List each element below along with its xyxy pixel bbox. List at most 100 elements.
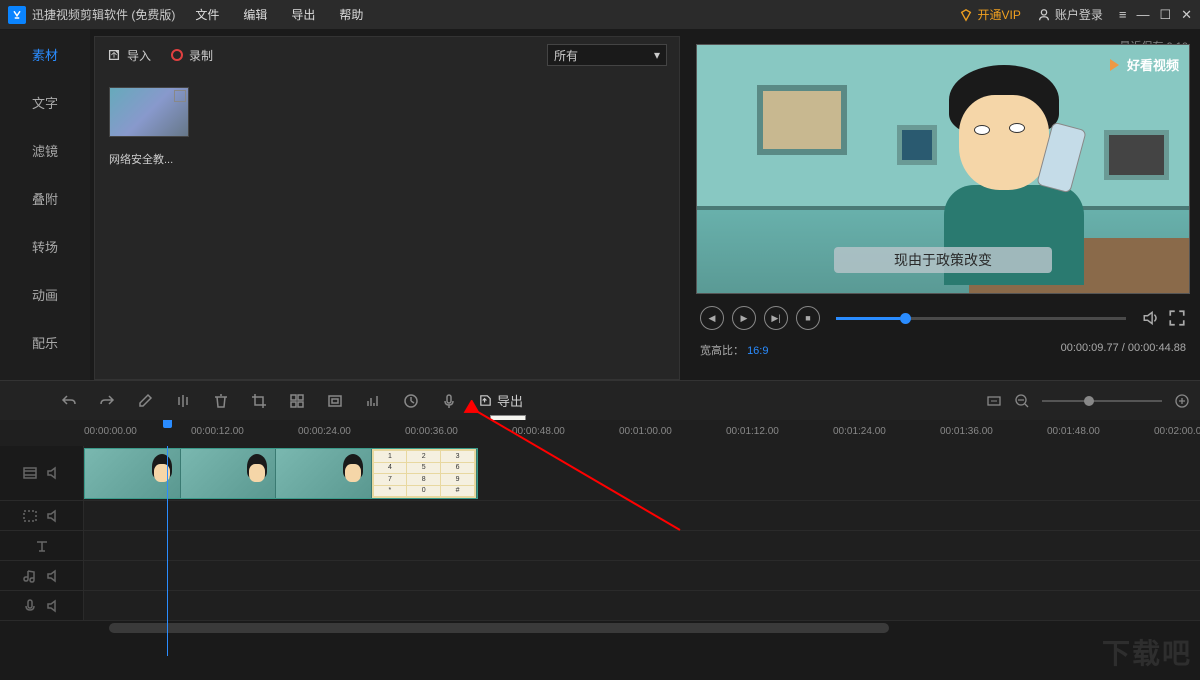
timeline-scrollbar[interactable] [0,621,1200,635]
menu-export[interactable]: 导出 [291,6,315,23]
fit-button[interactable] [986,393,1002,409]
mute-icon[interactable] [46,465,62,481]
zoom-button[interactable] [364,392,382,410]
tab-material[interactable]: 素材 [0,30,90,78]
main-menu: 文件 编辑 导出 帮助 [195,6,363,23]
media-filter-dropdown[interactable]: 所有 ▾ [547,44,667,66]
maximize-button[interactable]: ☐ [1159,7,1171,23]
volume-icon[interactable] [1142,309,1160,327]
scrollbar-thumb[interactable] [109,623,889,633]
minimize-button[interactable]: — [1136,7,1149,23]
freeze-button[interactable] [326,392,344,410]
tab-music[interactable]: 配乐 [0,318,90,366]
play-button[interactable]: ▶ [732,306,756,330]
speed-button[interactable] [402,392,420,410]
ruler-mark: 00:00:24.00 [298,426,351,437]
edit-button[interactable] [136,392,154,410]
stop-button[interactable]: ■ [796,306,820,330]
playhead-handle[interactable] [163,420,172,428]
tab-overlay[interactable]: 叠附 [0,174,90,222]
redo-button[interactable] [98,392,116,410]
ruler-mark: 00:00:48.00 [512,426,565,437]
close-button[interactable]: ✕ [1181,7,1192,23]
hamburger-icon[interactable]: ≡ [1119,7,1127,23]
zoom-out-button[interactable] [1014,393,1030,409]
voice-track-head[interactable] [0,591,84,620]
sidebar-tabs: 素材 文字 滤镜 叠附 转场 动画 配乐 [0,30,90,380]
zoom-in-button[interactable] [1174,393,1190,409]
text-track[interactable] [84,531,1200,560]
app-logo-icon [8,6,26,24]
ruler-mark: 00:02:00.00 [1154,426,1200,437]
aspect-value[interactable]: 16:9 [747,345,768,357]
media-clip-thumbnail [109,87,189,137]
media-panel: 导入 录制 所有 ▾ 网络安全教... [94,36,680,380]
account-label: 账户登录 [1055,6,1103,23]
diamond-icon [959,8,973,22]
mute-icon[interactable] [46,598,62,614]
overlay-track[interactable] [84,501,1200,530]
export-icon [478,393,493,408]
watermark-logo-icon [1105,56,1123,74]
timeline-clip[interactable]: 123456789*0# [84,448,478,499]
mute-icon[interactable] [46,508,62,524]
mosaic-button[interactable] [288,392,306,410]
prev-frame-button[interactable]: ◀ [700,306,724,330]
import-label: 导入 [127,47,151,64]
zoom-slider[interactable] [1042,400,1162,402]
vip-button[interactable]: 开通VIP [959,6,1020,23]
timeline-tracks: 123456789*0# [0,446,1200,621]
text-track-head[interactable] [0,531,84,560]
dropdown-value: 所有 [554,47,578,64]
export-label: 导出 [497,391,523,410]
chevron-down-icon: ▾ [654,48,660,62]
corner-watermark: 下载吧 [1102,632,1192,672]
ruler-mark: 00:01:00.00 [619,426,672,437]
playhead-line[interactable] [167,446,168,656]
tab-filter[interactable]: 滤镜 [0,126,90,174]
record-label: 录制 [189,47,213,64]
preview-panel: 最近保存 9:10 好看视频 现由于政策改变 ◀ ▶ ▶| [680,30,1200,380]
account-button[interactable]: 账户登录 [1037,6,1103,23]
tab-animation[interactable]: 动画 [0,270,90,318]
video-track-head[interactable] [0,446,84,500]
menu-help[interactable]: 帮助 [339,6,363,23]
audio-track-head[interactable] [0,561,84,590]
overlay-track-head[interactable] [0,501,84,530]
export-button[interactable]: 导出 导出 [478,391,523,410]
voice-button[interactable] [440,392,458,410]
mute-icon[interactable] [46,568,62,584]
ruler-mark: 00:01:36.00 [940,426,993,437]
import-button[interactable]: 导入 [107,47,151,64]
timeline-ruler[interactable]: 00:00:00.0000:00:12.0000:00:24.0000:00:3… [0,420,1200,446]
record-button[interactable]: 录制 [171,47,213,64]
audio-track[interactable] [84,561,1200,590]
voice-track[interactable] [84,591,1200,620]
menu-file[interactable]: 文件 [195,6,219,23]
record-dot-icon [171,49,183,61]
preview-viewport[interactable]: 好看视频 现由于政策改变 [696,44,1190,294]
next-frame-button[interactable]: ▶| [764,306,788,330]
delete-button[interactable] [212,392,230,410]
timecode: 00:00:09.77 / 00:00:44.88 [1061,342,1186,358]
progress-slider[interactable] [836,317,1126,320]
undo-button[interactable] [60,392,78,410]
media-clip-label: 网络安全教... [109,151,189,167]
progress-thumb[interactable] [900,313,911,324]
ruler-mark: 00:01:12.00 [726,426,779,437]
media-clip[interactable]: 网络安全教... [109,87,189,167]
video-watermark: 好看视频 [1105,55,1179,74]
tab-text[interactable]: 文字 [0,78,90,126]
crop-button[interactable] [250,392,268,410]
subtitle-text: 现由于政策改变 [834,247,1052,273]
tab-transition[interactable]: 转场 [0,222,90,270]
watermark-text: 好看视频 [1127,55,1179,74]
titlebar: 迅捷视频剪辑软件 (免费版) 文件 编辑 导出 帮助 开通VIP 账户登录 ≡ … [0,0,1200,30]
aspect-label: 宽高比： [700,345,744,357]
vip-label: 开通VIP [977,6,1020,23]
fullscreen-icon[interactable] [1168,309,1186,327]
split-button[interactable] [174,392,192,410]
menu-edit[interactable]: 编辑 [243,6,267,23]
ruler-mark: 00:00:12.00 [191,426,244,437]
video-track[interactable]: 123456789*0# [84,446,1200,500]
